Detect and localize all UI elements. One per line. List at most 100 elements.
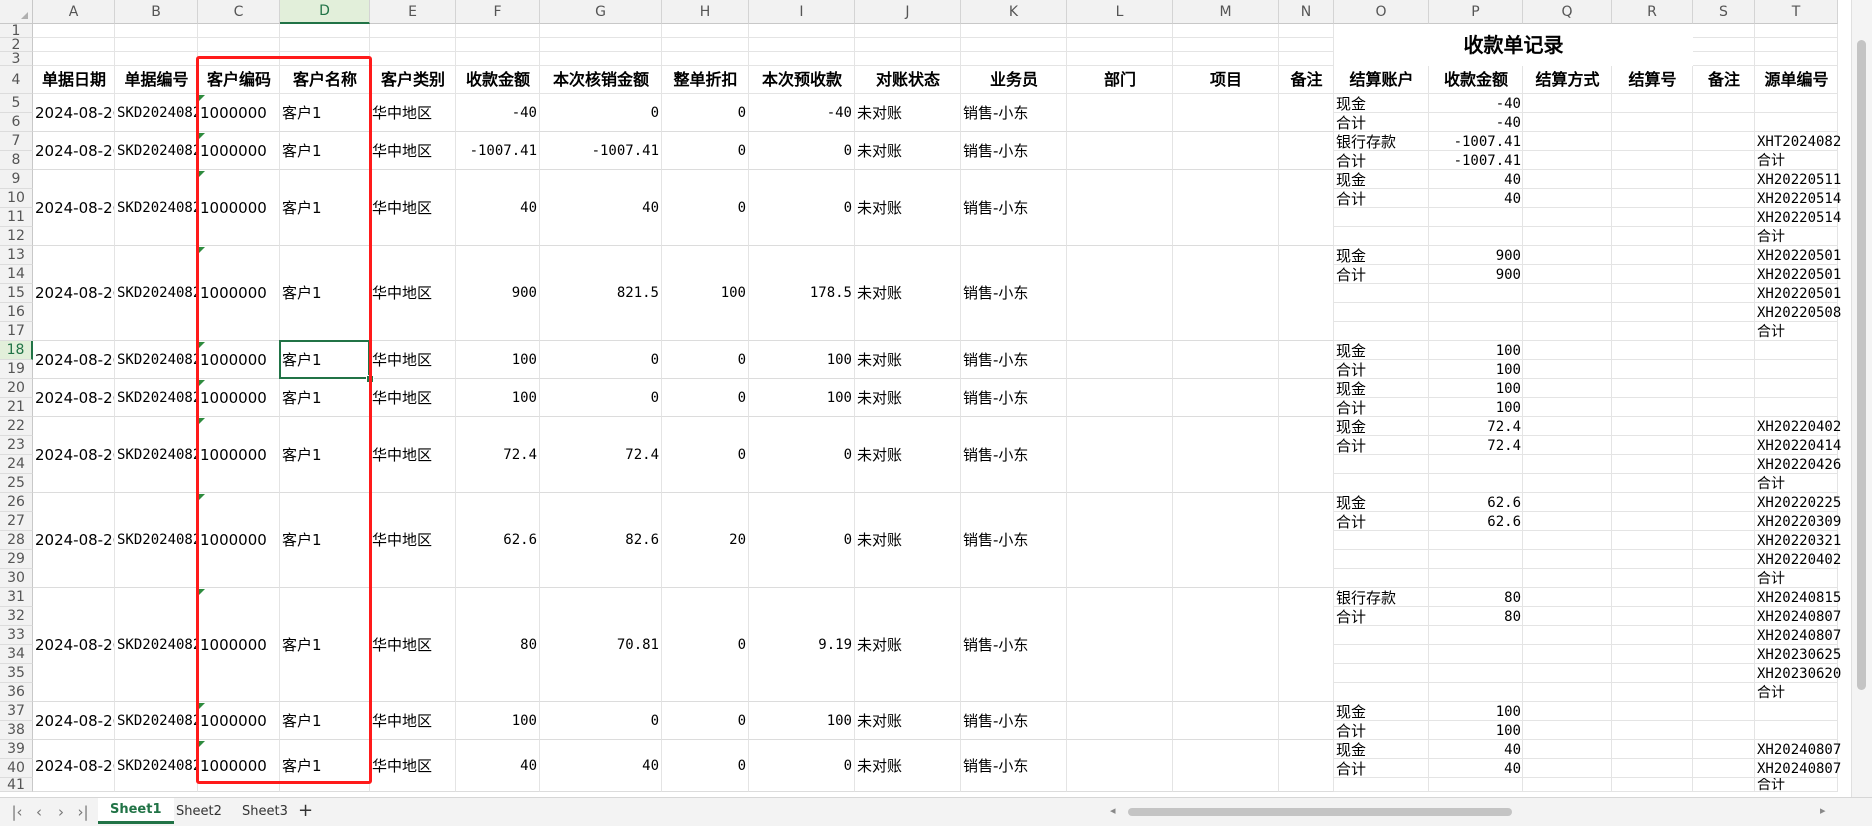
settlement-amount-cell[interactable]: 80 [1429, 588, 1523, 607]
empty-cell[interactable] [1173, 740, 1279, 792]
source-doc-cell[interactable]: XH20220501 [1755, 265, 1852, 284]
record-no-cell[interactable]: SKD2024082 [115, 246, 198, 341]
row-header-24[interactable]: 24 [0, 455, 33, 474]
row-header-31[interactable]: 31 [0, 588, 33, 607]
vertical-scroll-thumb[interactable] [1857, 40, 1866, 690]
empty-cell[interactable] [1067, 702, 1173, 740]
settlement-amount-cell[interactable]: 100 [1429, 341, 1523, 360]
record-name-cell[interactable]: 客户1 [280, 170, 370, 246]
header-cell-m[interactable]: 项目 [1173, 66, 1279, 94]
row-header-5[interactable]: 5 [0, 94, 33, 113]
settlement-amount-cell[interactable]: 900 [1429, 246, 1523, 265]
row-header-19[interactable]: 19 [0, 360, 33, 379]
source-doc-cell[interactable]: 合计 [1755, 151, 1852, 170]
record-type-cell[interactable]: 华中地区 [370, 702, 456, 740]
tab-sheet1[interactable]: Sheet1 [98, 798, 174, 824]
record-prepay-cell[interactable]: 0 [749, 417, 855, 493]
record-writeoff-cell[interactable]: 0 [540, 341, 662, 379]
record-date-cell[interactable]: 2024-08-26 [33, 702, 115, 740]
record-type-cell[interactable]: 华中地区 [370, 94, 456, 132]
record-writeoff-cell[interactable]: 40 [540, 740, 662, 792]
record-name-cell[interactable]: 客户1 [280, 246, 370, 341]
empty-cell[interactable] [1067, 588, 1173, 702]
source-doc-cell[interactable]: 合计 [1755, 778, 1852, 792]
row-header-41[interactable]: 41 [0, 777, 33, 793]
record-status-cell[interactable]: 未对账 [855, 132, 961, 170]
empty-cell[interactable] [1067, 493, 1173, 588]
settlement-account-cell[interactable]: 合计 [1334, 607, 1429, 626]
settlement-amount-cell[interactable]: 900 [1429, 265, 1523, 284]
header-cell-l[interactable]: 部门 [1067, 66, 1173, 94]
column-header-d[interactable]: D [280, 0, 370, 24]
settlement-account-cell[interactable]: 合计 [1334, 512, 1429, 531]
record-discount-cell[interactable]: 100 [662, 246, 749, 341]
header-cell-r[interactable]: 结算号 [1612, 66, 1693, 94]
row-header-13[interactable]: 13 [0, 246, 33, 265]
header-cell-g[interactable]: 本次核销金额 [540, 66, 662, 94]
tab-sheet2[interactable]: Sheet2 [164, 798, 234, 824]
header-cell-a[interactable]: 单据日期 [33, 66, 115, 94]
empty-cell[interactable] [1067, 341, 1173, 379]
column-header-e[interactable]: E [370, 0, 456, 24]
record-prepay-cell[interactable]: 100 [749, 379, 855, 417]
header-cell-e[interactable]: 客户类别 [370, 66, 456, 94]
record-code-cell[interactable]: 1000000 [198, 94, 280, 132]
record-type-cell[interactable]: 华中地区 [370, 170, 456, 246]
record-date-cell[interactable]: 2024-08-26 [33, 170, 115, 246]
row-header-40[interactable]: 40 [0, 759, 33, 778]
record-status-cell[interactable]: 未对账 [855, 170, 961, 246]
record-writeoff-cell[interactable]: 82.6 [540, 493, 662, 588]
header-cell-n[interactable]: 备注 [1279, 66, 1334, 94]
record-type-cell[interactable]: 华中地区 [370, 246, 456, 341]
empty-cell[interactable] [1279, 94, 1334, 132]
record-type-cell[interactable]: 华中地区 [370, 341, 456, 379]
column-header-f[interactable]: F [456, 0, 540, 24]
empty-cell[interactable] [1279, 702, 1334, 740]
record-code-cell[interactable]: 1000000 [198, 341, 280, 379]
header-cell-o[interactable]: 结算账户 [1334, 66, 1429, 94]
row-header-9[interactable]: 9 [0, 170, 33, 189]
record-salesman-cell[interactable]: 销售-小东 [961, 379, 1067, 417]
settlement-amount-cell[interactable]: 100 [1429, 398, 1523, 417]
row-header-15[interactable]: 15 [0, 284, 33, 303]
record-type-cell[interactable]: 华中地区 [370, 132, 456, 170]
record-amount-cell[interactable]: 100 [456, 702, 540, 740]
record-code-cell[interactable]: 1000000 [198, 493, 280, 588]
empty-cell[interactable] [1173, 702, 1279, 740]
scroll-left-icon[interactable]: ◂ [1110, 804, 1116, 817]
record-date-cell[interactable]: 2024-08-26 [33, 417, 115, 493]
empty-cell[interactable] [1173, 588, 1279, 702]
fill-handle[interactable] [366, 375, 374, 383]
header-cell-h[interactable]: 整单折扣 [662, 66, 749, 94]
row-header-30[interactable]: 30 [0, 569, 33, 588]
record-salesman-cell[interactable]: 销售-小东 [961, 94, 1067, 132]
row-header-12[interactable]: 12 [0, 227, 33, 246]
record-status-cell[interactable]: 未对账 [855, 246, 961, 341]
row-header-38[interactable]: 38 [0, 721, 33, 740]
record-salesman-cell[interactable]: 销售-小东 [961, 341, 1067, 379]
header-cell-b[interactable]: 单据编号 [115, 66, 198, 94]
row-header-26[interactable]: 26 [0, 493, 33, 512]
row-header-37[interactable]: 37 [0, 702, 33, 721]
record-status-cell[interactable]: 未对账 [855, 417, 961, 493]
source-doc-cell[interactable]: XH20220414 [1755, 436, 1852, 455]
settlement-account-cell[interactable]: 银行存款 [1334, 132, 1429, 151]
column-header-t[interactable]: T [1755, 0, 1838, 24]
record-salesman-cell[interactable]: 销售-小东 [961, 170, 1067, 246]
column-header-b[interactable]: B [115, 0, 198, 24]
row-header-20[interactable]: 20 [0, 379, 33, 398]
record-salesman-cell[interactable]: 销售-小东 [961, 493, 1067, 588]
record-salesman-cell[interactable]: 销售-小东 [961, 588, 1067, 702]
source-doc-cell[interactable]: XH20220508 [1755, 303, 1852, 322]
source-doc-cell[interactable]: XH20220321 [1755, 531, 1852, 550]
record-no-cell[interactable]: SKD2024082 [115, 588, 198, 702]
record-discount-cell[interactable]: 0 [662, 588, 749, 702]
row-header-4[interactable]: 4 [0, 66, 33, 94]
record-name-cell[interactable]: 客户1 [280, 702, 370, 740]
settlement-account-cell[interactable]: 现金 [1334, 417, 1429, 436]
record-discount-cell[interactable]: 0 [662, 170, 749, 246]
row-header-36[interactable]: 36 [0, 683, 33, 702]
record-name-cell[interactable]: 客户1 [280, 379, 370, 417]
empty-cell[interactable] [1173, 341, 1279, 379]
settlement-account-cell[interactable]: 现金 [1334, 740, 1429, 759]
